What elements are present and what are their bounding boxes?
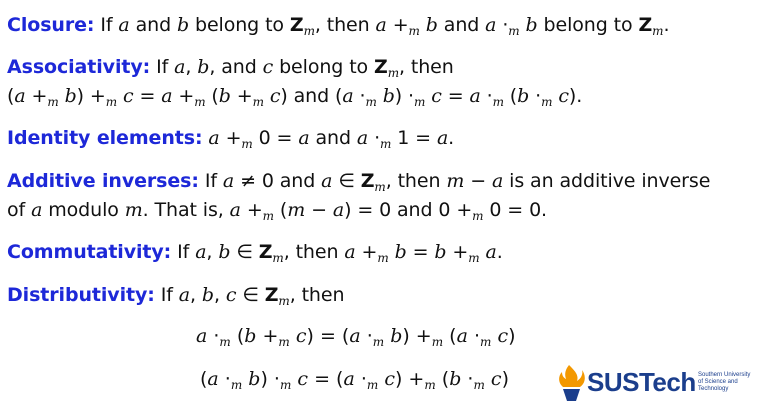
commutativity-text: If a, b ∈ Zm, then a +m b = b +m a.: [177, 241, 503, 265]
associativity-text-1: If a, b, and c belong to Zm, then: [156, 56, 454, 80]
distributivity-label: Distributivity:: [7, 284, 155, 306]
closure-text: If a and b belong to Zm, then a +m b and…: [100, 14, 670, 38]
distributivity-equation-2: (a ·m b) ·m c = (a ·m c) +m (b ·m c): [200, 368, 509, 392]
additive-inverses-line-2: of a modulo m. That is, a +m (m − a) = 0…: [7, 198, 547, 222]
commutativity-label: Commutativity:: [7, 241, 172, 263]
associativity-line-2: (a +m b) +m c = a +m (b +m c) and (a ·m …: [7, 84, 582, 108]
additive-inverses-text-2: of a modulo m. That is, a +m (m − a) = 0…: [7, 199, 547, 223]
additive-inverses-line-1: Additive inverses: If a ≠ 0 and a ∈ Zm, …: [7, 169, 710, 193]
closure-line: Closure: If a and b belong to Zm, then a…: [7, 13, 669, 37]
associativity-label: Associativity:: [7, 56, 151, 78]
slide: Closure: If a and b belong to Zm, then a…: [0, 0, 765, 405]
additive-inverses-label: Additive inverses:: [7, 170, 199, 192]
distributivity-equation-1: a ·m (b +m c) = (a ·m b) +m (a ·m c): [196, 325, 516, 349]
sustech-logo: SUSTech Southern University of Science a…: [555, 361, 765, 405]
logo-subtitle: Southern University of Science and Techn…: [698, 372, 751, 392]
torch-flame-icon: [559, 365, 585, 401]
logo-name: SUSTech: [587, 367, 696, 397]
identity-line: Identity elements: a +m 0 = a and a ·m 1…: [7, 126, 454, 150]
additive-inverses-text-1: If a ≠ 0 and a ∈ Zm, then m − a is an ad…: [204, 170, 711, 194]
commutativity-line: Commutativity: If a, b ∈ Zm, then a +m b…: [7, 240, 503, 264]
identity-text: a +m 0 = a and a ·m 1 = a.: [208, 127, 455, 151]
distributivity-line: Distributivity: If a, b, c ∈ Zm, then: [7, 283, 345, 308]
associativity-text-2: (a +m b) +m c = a +m (b +m c) and (a ·m …: [7, 85, 583, 109]
associativity-line-1: Associativity: If a, b, and c belong to …: [7, 55, 454, 79]
distributivity-text: If a, b, c ∈ Zm, then: [160, 284, 345, 308]
closure-label: Closure:: [7, 14, 95, 36]
identity-label: Identity elements:: [7, 127, 203, 149]
